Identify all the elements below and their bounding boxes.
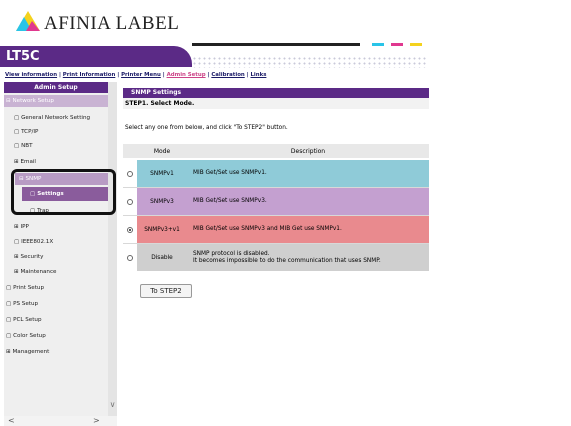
collapse-icon: ⊟ bbox=[6, 98, 11, 104]
instruction-text: Select any one from below, and click "To… bbox=[125, 125, 288, 131]
mode-radio-snmpv3[interactable] bbox=[127, 198, 133, 205]
expand-icon: ⊞ bbox=[14, 159, 19, 165]
mode-cell: SNMPv1 bbox=[137, 160, 187, 187]
scroll-right-icon[interactable]: > bbox=[93, 416, 100, 425]
page-icon: ▢ bbox=[6, 301, 12, 307]
nav-view-information[interactable]: View information bbox=[5, 72, 57, 78]
table-row: SNMPv3+v1 MIB Get/Set use SNMPv3 and MIB… bbox=[123, 216, 429, 243]
description-cell: MIB Get/Set use SNMPv3 and MIB Get use S… bbox=[187, 216, 429, 243]
brand-name: AFINIA LABEL bbox=[44, 13, 180, 34]
stripe-yellow bbox=[410, 43, 422, 46]
sidebar-title: Admin Setup bbox=[4, 82, 108, 93]
sidebar-item-email[interactable]: ⊞ Email bbox=[14, 159, 36, 165]
sidebar-item-network-setup[interactable]: ⊟ Network Setup bbox=[6, 98, 54, 104]
mode-cell: Disable bbox=[137, 244, 187, 271]
sidebar-item-management[interactable]: ⊞ Management bbox=[6, 349, 49, 355]
sidebar-item-print-setup[interactable]: ▢ Print Setup bbox=[6, 285, 44, 291]
sidebar-item-nbt[interactable]: ▢ NBT bbox=[14, 143, 33, 149]
mode-radio-disable[interactable] bbox=[127, 254, 133, 261]
expand-icon: ⊞ bbox=[14, 254, 19, 260]
nav-print-information[interactable]: Print Information bbox=[63, 72, 116, 78]
stripe-cyan bbox=[372, 43, 384, 46]
sidebar-item-ipp[interactable]: ⊞ IPP bbox=[14, 224, 29, 230]
expand-icon: ⊞ bbox=[14, 269, 19, 275]
sidebar-item-ieee8021x[interactable]: ▢ IEEE802.1X bbox=[14, 239, 53, 245]
mode-radio-snmpv1[interactable] bbox=[127, 170, 133, 177]
stripe-magenta bbox=[391, 43, 403, 46]
nav-admin-setup[interactable]: Admin Setup bbox=[167, 72, 206, 78]
description-cell: SNMP protocol is disabled. It becomes im… bbox=[187, 244, 429, 271]
page-icon: ▢ bbox=[6, 285, 12, 291]
step-title: STEP1. Select Mode. bbox=[123, 98, 429, 109]
description-cell: MIB Get/Set use SNMPv1. bbox=[187, 160, 429, 187]
page-icon: ▢ bbox=[6, 333, 12, 339]
nav-printer-menu[interactable]: Printer Menu bbox=[121, 72, 161, 78]
expand-icon: ⊞ bbox=[14, 224, 19, 230]
top-nav: View information | Print Information | P… bbox=[5, 72, 266, 78]
nav-links[interactable]: Links bbox=[250, 72, 266, 78]
sidebar-item-general-network-setting[interactable]: ▢ General Network Setting bbox=[14, 115, 90, 121]
sidebar-item-security[interactable]: ⊞ Security bbox=[14, 254, 43, 260]
column-header-description: Description bbox=[290, 147, 326, 155]
mode-cell: SNMPv3 bbox=[137, 188, 187, 215]
model-name: LT5C bbox=[6, 49, 40, 64]
mode-cell: SNMPv3+v1 bbox=[137, 216, 187, 243]
sidebar-item-tcpip[interactable]: ▢ TCP/IP bbox=[14, 129, 38, 135]
sidebar-item-color-setup[interactable]: ▢ Color Setup bbox=[6, 333, 46, 339]
table-row: SNMPv1 MIB Get/Set use SNMPv1. bbox=[123, 160, 429, 187]
highlight-callout bbox=[11, 169, 116, 215]
description-line: It becomes impossible to do the communic… bbox=[193, 257, 381, 264]
to-step2-button[interactable]: To STEP2 bbox=[140, 284, 192, 298]
mode-radio-snmpv3-v1[interactable] bbox=[127, 226, 133, 233]
page-icon: ▢ bbox=[14, 143, 20, 149]
page-icon: ▢ bbox=[14, 115, 20, 121]
page-icon: ▢ bbox=[14, 129, 20, 135]
description-cell: MIB Get/Set use SNMPv3. bbox=[187, 188, 429, 215]
description-line: SNMP protocol is disabled. bbox=[193, 250, 270, 257]
table-header: Mode Description bbox=[123, 144, 429, 158]
page-icon: ▢ bbox=[6, 317, 12, 323]
section-title: SNMP Settings bbox=[123, 88, 429, 98]
table-row: SNMPv3 MIB Get/Set use SNMPv3. bbox=[123, 188, 429, 215]
sidebar-item-pcl-setup[interactable]: ▢ PCL Setup bbox=[6, 317, 42, 323]
column-header-mode: Mode bbox=[153, 147, 171, 155]
scroll-down-icon[interactable]: ∨ bbox=[108, 400, 117, 410]
afinia-logo-icon bbox=[16, 11, 40, 31]
sidebar-item-ps-setup[interactable]: ▢ PS Setup bbox=[6, 301, 38, 307]
table-row: Disable SNMP protocol is disabled. It be… bbox=[123, 244, 429, 271]
nav-calibration[interactable]: Calibration bbox=[211, 72, 244, 78]
scroll-left-icon[interactable]: < bbox=[8, 416, 15, 425]
dotted-band bbox=[192, 56, 428, 68]
expand-icon: ⊞ bbox=[6, 349, 11, 355]
sidebar-item-maintenance[interactable]: ⊞ Maintenance bbox=[14, 269, 57, 275]
stripe-black bbox=[192, 43, 360, 46]
page-icon: ▢ bbox=[14, 239, 20, 245]
sidebar-scrollbar[interactable] bbox=[108, 82, 117, 416]
sidebar-horizontal-scrollbar[interactable] bbox=[4, 416, 117, 426]
